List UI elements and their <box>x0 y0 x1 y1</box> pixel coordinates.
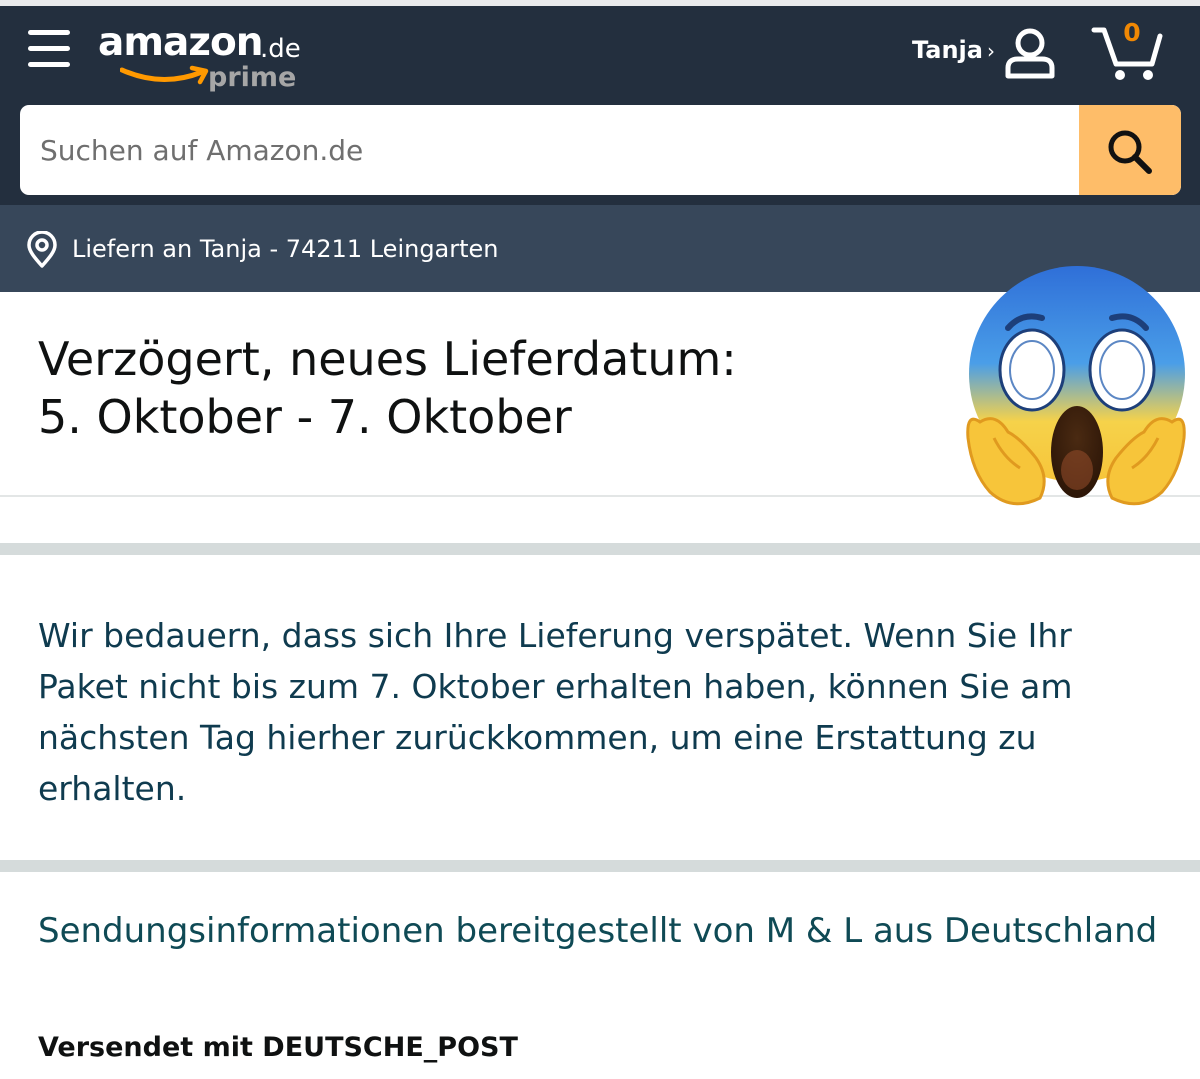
logo-prime: prime <box>208 62 297 93</box>
delay-message: Wir bedauern, dass sich Ihre Lieferung v… <box>38 616 1073 808</box>
account-name: Tanja <box>912 36 983 64</box>
delivery-status-heading: Verzögert, neues Lieferdatum: 5. Oktober… <box>38 330 737 446</box>
search-icon <box>1108 130 1152 174</box>
section-separator <box>0 543 1200 555</box>
cart-count-badge: 0 <box>1123 18 1141 47</box>
account-link[interactable]: Tanja › <box>912 36 995 64</box>
shipped-with-text: Versendet mit DEUTSCHE_POST <box>38 1032 518 1063</box>
menu-icon[interactable] <box>28 30 70 68</box>
search-button[interactable] <box>1079 105 1181 195</box>
logo-wordmark: amazon <box>98 20 264 65</box>
top-header: amazon .de prime Tanja › 0 <box>0 0 1200 205</box>
chevron-right-icon: › <box>986 39 995 63</box>
section-separator <box>0 860 1200 872</box>
status-line-2: 5. Oktober - 7. Oktober <box>38 390 572 444</box>
smile-arrow-icon <box>120 65 209 85</box>
status-line-1: Verzögert, neues Lieferdatum: <box>38 332 737 386</box>
delivery-address-text: Liefern an Tanja - 74211 Leingarten <box>72 235 499 263</box>
search-input[interactable] <box>20 105 1080 195</box>
carrier-info-link[interactable]: Sendungsinformationen bereitgestellt von… <box>38 906 1158 957</box>
location-pin-icon <box>27 231 57 268</box>
amazon-logo[interactable]: amazon .de prime <box>98 20 318 100</box>
status-strip <box>0 0 1200 6</box>
search-bar <box>20 105 1181 195</box>
person-icon[interactable] <box>1002 26 1058 80</box>
screaming-face-emoji <box>966 266 1186 506</box>
logo-domain: .de <box>260 34 301 64</box>
